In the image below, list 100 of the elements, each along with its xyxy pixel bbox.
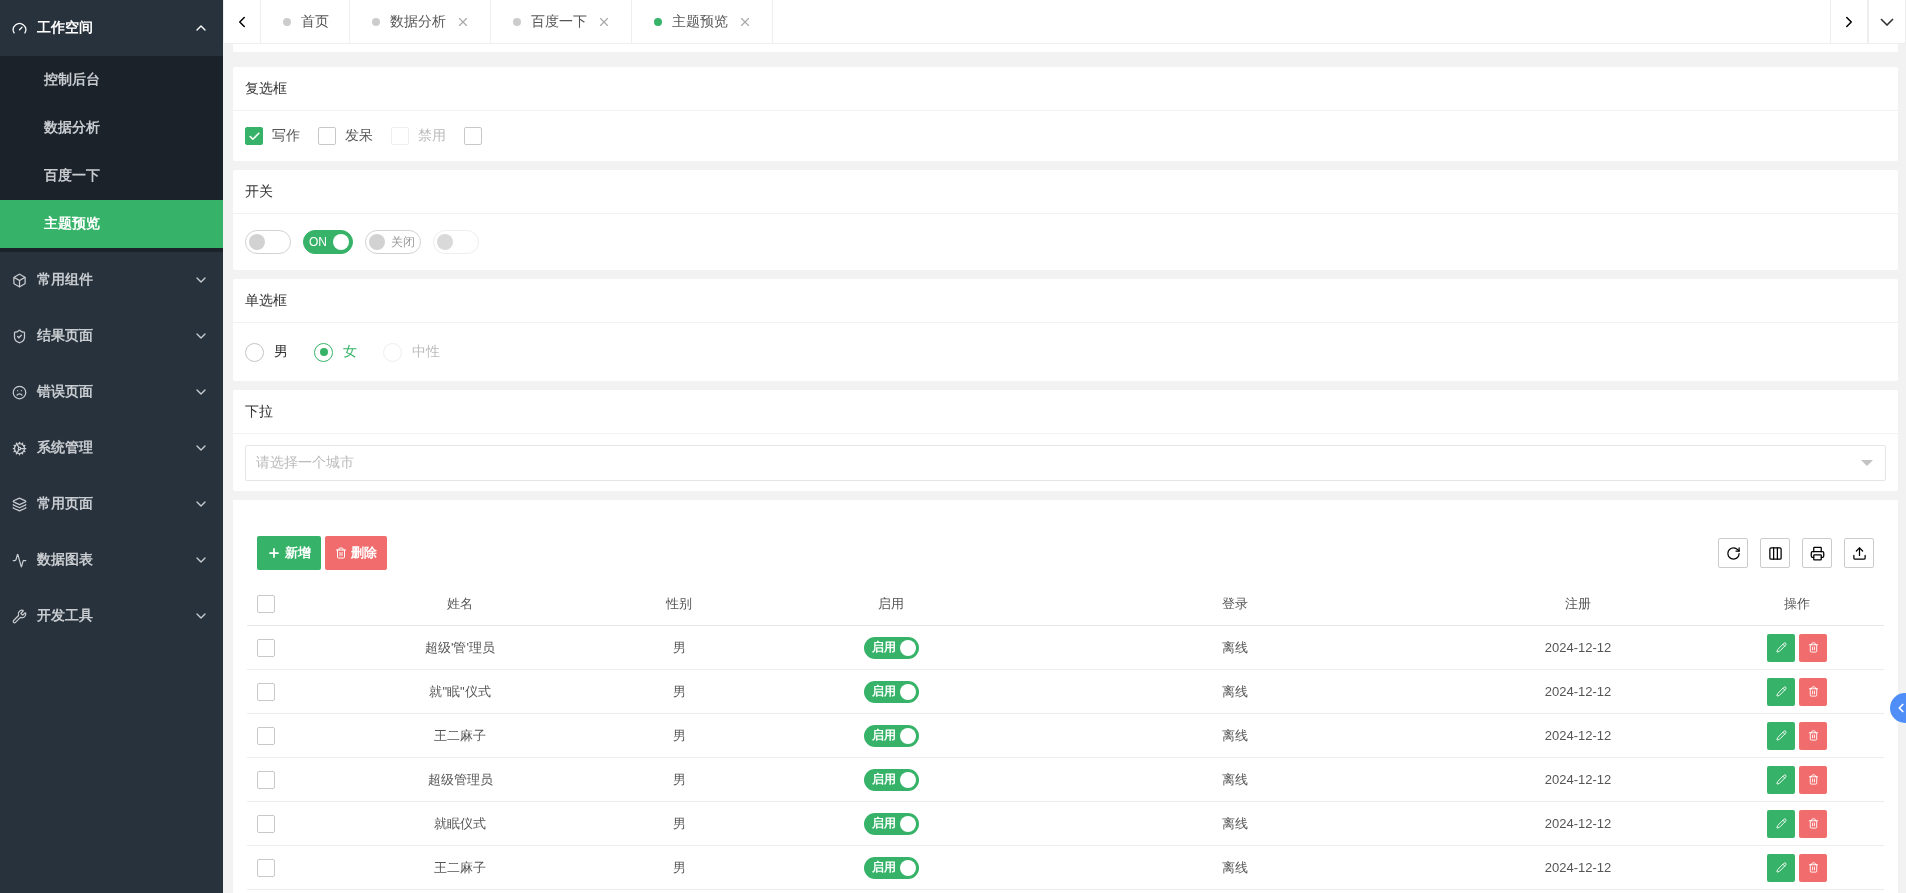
sidebar-item[interactable]: 工作空间 bbox=[0, 0, 223, 56]
edit-button[interactable] bbox=[1767, 809, 1795, 838]
sidebar-item[interactable]: 结果页面 bbox=[0, 308, 223, 364]
table-cell: 超级'管'理员 bbox=[425, 638, 495, 657]
export-button[interactable] bbox=[1844, 538, 1874, 568]
table-cell: 男 bbox=[672, 770, 686, 789]
checkbox[interactable] bbox=[257, 770, 275, 789]
checkbox[interactable] bbox=[257, 682, 275, 701]
trash-icon bbox=[1807, 686, 1819, 697]
column-header: 性别 bbox=[666, 594, 692, 613]
card-title: 单选框 bbox=[233, 279, 1898, 323]
table-cell: 男 bbox=[672, 638, 686, 657]
menu-group-icon bbox=[12, 20, 27, 36]
tab-label: 数据分析 bbox=[390, 12, 446, 31]
edit-button[interactable] bbox=[1767, 633, 1795, 662]
table-cell: 离线 bbox=[1222, 858, 1248, 877]
pencil-icon bbox=[1775, 642, 1787, 653]
checkbox[interactable] bbox=[257, 638, 275, 657]
trash-icon bbox=[1807, 730, 1819, 741]
edit-button[interactable] bbox=[1767, 677, 1795, 706]
sidebar-subitem[interactable]: 控制后台 bbox=[0, 56, 223, 104]
trash-icon bbox=[1807, 862, 1819, 873]
caret-icon bbox=[1861, 459, 1873, 466]
sidebar-item[interactable]: 错误页面 bbox=[0, 364, 223, 420]
column-header: 注册 bbox=[1565, 594, 1591, 613]
checkbox-label: 发呆 bbox=[345, 127, 373, 145]
menu-group-icon bbox=[12, 552, 27, 568]
table-cell: 2024-12-12 bbox=[1544, 816, 1612, 831]
columns-icon bbox=[1767, 545, 1783, 561]
delete-button[interactable] bbox=[1799, 809, 1827, 838]
printer-icon bbox=[1809, 545, 1825, 561]
edit-button[interactable] bbox=[1767, 853, 1795, 882]
table-cell: 2024-12-12 bbox=[1544, 640, 1612, 655]
card-title: 下拉 bbox=[233, 390, 1898, 434]
table-cell: 离线 bbox=[1222, 726, 1248, 745]
edit-button[interactable] bbox=[1767, 721, 1795, 750]
table-cell: 男 bbox=[672, 726, 686, 745]
sidebar-subitem[interactable]: 数据分析 bbox=[0, 104, 223, 152]
sidebar-item[interactable]: 开发工具 bbox=[0, 588, 223, 644]
table-cell: 王二麻子 bbox=[434, 726, 486, 745]
table-cell: 2024-12-12 bbox=[1544, 728, 1612, 743]
tab[interactable]: 首页 bbox=[261, 0, 350, 43]
menu-group-icon bbox=[12, 384, 27, 400]
checkbox[interactable] bbox=[257, 858, 275, 877]
delete-button[interactable] bbox=[1799, 853, 1827, 882]
delete-button[interactable] bbox=[1799, 721, 1827, 750]
checkbox[interactable] bbox=[257, 814, 275, 833]
checkbox[interactable] bbox=[464, 127, 482, 145]
sidebar-item[interactable]: 常用组件 bbox=[0, 252, 223, 308]
radio-label: 中性 bbox=[412, 343, 440, 361]
menu-group-icon bbox=[12, 496, 27, 512]
checkbox[interactable] bbox=[257, 594, 275, 613]
table-cell: 离线 bbox=[1222, 638, 1248, 657]
plus-icon bbox=[267, 546, 281, 560]
delete-button[interactable] bbox=[1799, 677, 1827, 706]
menu-group-icon bbox=[12, 328, 27, 344]
checkbox[interactable] bbox=[318, 127, 336, 145]
table-cell: 就"眠"仪式 bbox=[429, 682, 491, 701]
pencil-icon bbox=[1775, 774, 1787, 785]
table-cell: 2024-12-12 bbox=[1544, 684, 1612, 699]
table-cell: 就眠仪式 bbox=[434, 814, 486, 833]
table-cell: 男 bbox=[672, 858, 686, 877]
checkbox-label: 写作 bbox=[272, 127, 300, 145]
refresh-button[interactable] bbox=[1718, 538, 1748, 568]
table-cell: 男 bbox=[672, 814, 686, 833]
trash-icon bbox=[1807, 774, 1819, 785]
menu-group-icon bbox=[12, 608, 27, 624]
table-cell: 2024-12-12 bbox=[1544, 772, 1612, 787]
tab-label: 百度一下 bbox=[531, 12, 587, 31]
sidebar-item[interactable]: 系统管理 bbox=[0, 420, 223, 476]
tab-label: 主题预览 bbox=[672, 12, 728, 31]
trash-icon bbox=[335, 547, 347, 559]
edit-button[interactable] bbox=[1767, 765, 1795, 794]
trash-icon bbox=[1807, 818, 1819, 829]
menu-group-icon bbox=[12, 272, 27, 288]
checkbox[interactable] bbox=[257, 726, 275, 745]
checkbox[interactable] bbox=[245, 127, 263, 145]
columns-button[interactable] bbox=[1760, 538, 1790, 568]
tab[interactable]: 主题预览 bbox=[632, 0, 773, 43]
column-header: 启用 bbox=[878, 594, 904, 613]
card-title: 开关 bbox=[233, 170, 1898, 214]
delete-button[interactable] bbox=[1799, 633, 1827, 662]
toggle-switch[interactable] bbox=[245, 230, 291, 254]
table-cell: 离线 bbox=[1222, 682, 1248, 701]
dropdown-button[interactable] bbox=[1868, 0, 1906, 43]
print-button[interactable] bbox=[1802, 538, 1832, 568]
radio-label: 男 bbox=[274, 343, 288, 361]
column-header: 登录 bbox=[1222, 594, 1248, 613]
pencil-icon bbox=[1775, 730, 1787, 741]
card-title: 复选框 bbox=[233, 67, 1898, 111]
delete-button[interactable] bbox=[1799, 765, 1827, 794]
check-icon bbox=[247, 129, 261, 143]
table-cell: 离线 bbox=[1222, 770, 1248, 789]
tab[interactable]: 百度一下 bbox=[491, 0, 632, 43]
sidebar-item[interactable]: 常用页面 bbox=[0, 476, 223, 532]
sidebar-subitem[interactable]: 百度一下 bbox=[0, 152, 223, 200]
sidebar-item[interactable]: 数据图表 bbox=[0, 532, 223, 588]
pencil-icon bbox=[1775, 862, 1787, 873]
table-cell: 王二麻子 bbox=[434, 858, 486, 877]
tab[interactable]: 数据分析 bbox=[350, 0, 491, 43]
